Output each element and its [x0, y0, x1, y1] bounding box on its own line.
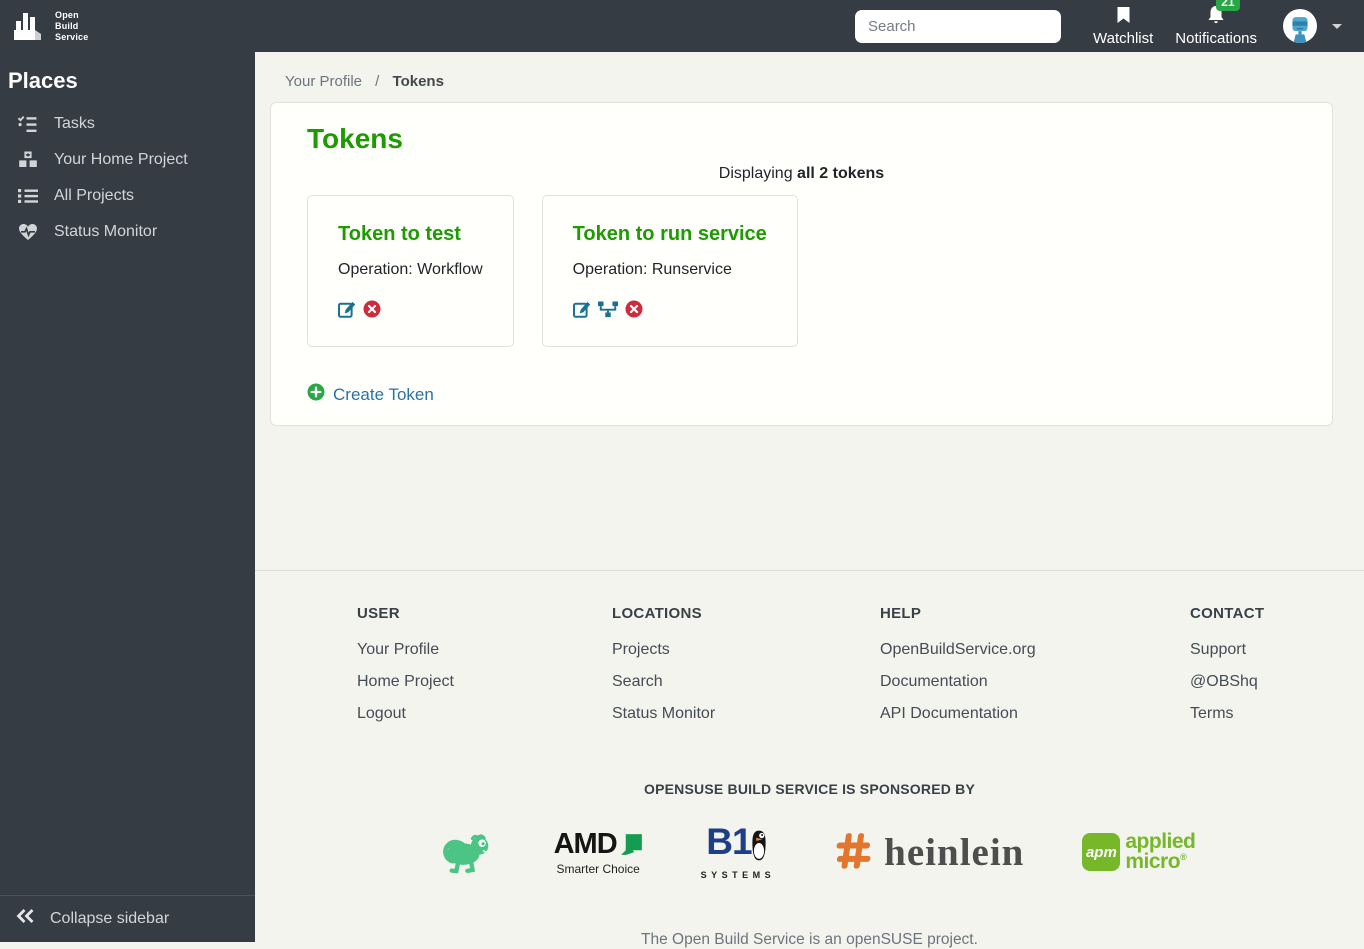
- footer-link-your-profile[interactable]: Your Profile: [357, 641, 612, 658]
- watchlist-button[interactable]: Watchlist: [1093, 6, 1153, 47]
- main-content: Your Profile / Tokens Tokens Displaying …: [255, 52, 1364, 942]
- plus-circle-icon: [307, 383, 325, 406]
- sponsored-heading: OPENSUSE BUILD SERVICE IS SPONSORED BY: [255, 781, 1364, 797]
- notifications-button[interactable]: 21 Notifications: [1175, 5, 1257, 47]
- sidebar-item-all-projects[interactable]: All Projects: [0, 178, 255, 214]
- footer-heading: LOCATIONS: [612, 605, 880, 622]
- sidebar-item-tasks[interactable]: Tasks: [0, 106, 255, 142]
- b1-penguin: [748, 825, 770, 867]
- obs-factory-icon: [10, 6, 48, 47]
- token-list: Token to test Operation: Workflow: [307, 195, 1296, 347]
- b1-systems-label: SYSTEMS: [701, 870, 776, 880]
- footer-heading: USER: [357, 605, 612, 622]
- create-token-label: Create Token: [333, 385, 434, 405]
- heinlein-hash-mark: [833, 829, 873, 875]
- sidebar-item-status-monitor[interactable]: Status Monitor: [0, 214, 255, 250]
- applied-micro-logo[interactable]: apm applied micro®: [1082, 832, 1195, 872]
- list-check-icon: [16, 115, 39, 133]
- footer-link-documentation[interactable]: Documentation: [880, 673, 1190, 690]
- notifications-count-badge: 21: [1216, 0, 1239, 11]
- footer-heading: HELP: [880, 605, 1190, 622]
- breadcrumb-your-profile[interactable]: Your Profile: [285, 73, 362, 90]
- footer-col-user: USER Your Profile Home Project Logout: [357, 605, 612, 737]
- heinlein-logo[interactable]: heinlein: [833, 829, 1024, 875]
- heinlein-wordmark: heinlein: [884, 830, 1024, 875]
- collapse-sidebar-button[interactable]: Collapse sidebar: [0, 895, 255, 942]
- search-input[interactable]: [855, 10, 1061, 43]
- tokens-panel: Tokens Displaying all 2 tokens Token to …: [270, 102, 1333, 426]
- list-icon: [16, 188, 39, 204]
- delete-token-button[interactable]: [625, 300, 643, 318]
- footer-link-logout[interactable]: Logout: [357, 705, 612, 722]
- footer-col-locations: LOCATIONS Projects Search Status Monitor: [612, 605, 880, 737]
- footer-col-contact: CONTACT Support @OBShq Terms: [1190, 605, 1364, 737]
- amd-wordmark: AMD: [554, 828, 617, 861]
- footer-link-status-monitor[interactable]: Status Monitor: [612, 705, 880, 722]
- double-chevron-left-icon: [16, 908, 35, 929]
- breadcrumb: Your Profile / Tokens: [255, 52, 1364, 102]
- breadcrumb-separator: /: [375, 73, 379, 90]
- footer-link-terms[interactable]: Terms: [1190, 705, 1364, 722]
- token-operation: Operation: Runservice: [573, 261, 767, 279]
- brand-name: Open Build Service: [55, 10, 88, 42]
- create-token-button[interactable]: Create Token: [307, 383, 434, 406]
- footer-link-support[interactable]: Support: [1190, 641, 1364, 658]
- edit-token-button[interactable]: [338, 300, 356, 318]
- sidebar-nav: Tasks Your Home Project All: [0, 106, 255, 250]
- footer: USER Your Profile Home Project Logout LO…: [255, 570, 1364, 949]
- apm-badge: apm: [1082, 833, 1120, 871]
- amd-arrow-mark: [620, 833, 643, 856]
- token-link[interactable]: Token to test: [338, 223, 483, 246]
- cubes-icon: [16, 151, 39, 169]
- avatar: [1283, 9, 1317, 43]
- footer-link-openbuildservice[interactable]: OpenBuildService.org: [880, 641, 1190, 658]
- sidebar-item-home-project[interactable]: Your Home Project: [0, 142, 255, 178]
- footer-link-home-project[interactable]: Home Project: [357, 673, 612, 690]
- bookmark-icon: [1116, 6, 1131, 28]
- token-card-runservice: Token to run service Operation: Runservi…: [542, 195, 798, 347]
- amd-logo[interactable]: AMD Smarter Choice: [554, 828, 643, 876]
- footer-link-api-documentation[interactable]: API Documentation: [880, 705, 1190, 722]
- sidebar-item-label: All Projects: [54, 187, 134, 205]
- token-card-test: Token to test Operation: Workflow: [307, 195, 514, 347]
- page-title: Tokens: [307, 123, 1296, 155]
- footer-heading: CONTACT: [1190, 605, 1364, 622]
- watchlist-label: Watchlist: [1093, 30, 1153, 47]
- footer-col-help: HELP OpenBuildService.org Documentation …: [880, 605, 1190, 737]
- delete-token-button[interactable]: [363, 300, 381, 318]
- footer-columns: USER Your Profile Home Project Logout LO…: [357, 571, 1364, 737]
- footer-tagline: The Open Build Service is an openSUSE pr…: [255, 931, 1364, 949]
- sidebar-item-label: Status Monitor: [54, 223, 157, 241]
- sponsor-logos: AMD Smarter Choice B1: [255, 821, 1364, 883]
- amd-tagline: Smarter Choice: [556, 862, 639, 876]
- notifications-label: Notifications: [1175, 30, 1257, 47]
- sidebar-item-label: Tasks: [54, 115, 95, 133]
- token-operation: Operation: Workflow: [338, 261, 483, 279]
- token-link[interactable]: Token to run service: [573, 223, 767, 246]
- trigger-token-button[interactable]: [598, 301, 618, 318]
- opensuse-chameleon-logo[interactable]: [424, 828, 496, 876]
- brand-logo[interactable]: Open Build Service: [0, 0, 255, 52]
- chevron-down-icon: [1332, 24, 1342, 29]
- edit-token-button[interactable]: [573, 300, 591, 318]
- user-menu[interactable]: [1283, 9, 1342, 43]
- sidebar: Open Build Service Places Tasks: [0, 0, 255, 942]
- b1-wordmark: B1: [706, 825, 751, 858]
- collapse-sidebar-label: Collapse sidebar: [50, 910, 169, 928]
- footer-link-search[interactable]: Search: [612, 673, 880, 690]
- breadcrumb-current: Tokens: [393, 73, 444, 90]
- sidebar-item-label: Your Home Project: [54, 151, 188, 169]
- footer-link-projects[interactable]: Projects: [612, 641, 880, 658]
- applied-micro-wordmark: applied micro®: [1125, 832, 1195, 872]
- footer-link-obshq[interactable]: @OBShq: [1190, 673, 1364, 690]
- heart-pulse-icon: [16, 223, 39, 241]
- sidebar-places-heading: Places: [0, 52, 255, 106]
- displaying-status: Displaying all 2 tokens: [307, 165, 1296, 183]
- b1-systems-logo[interactable]: B1 SYSTEMS: [701, 825, 776, 880]
